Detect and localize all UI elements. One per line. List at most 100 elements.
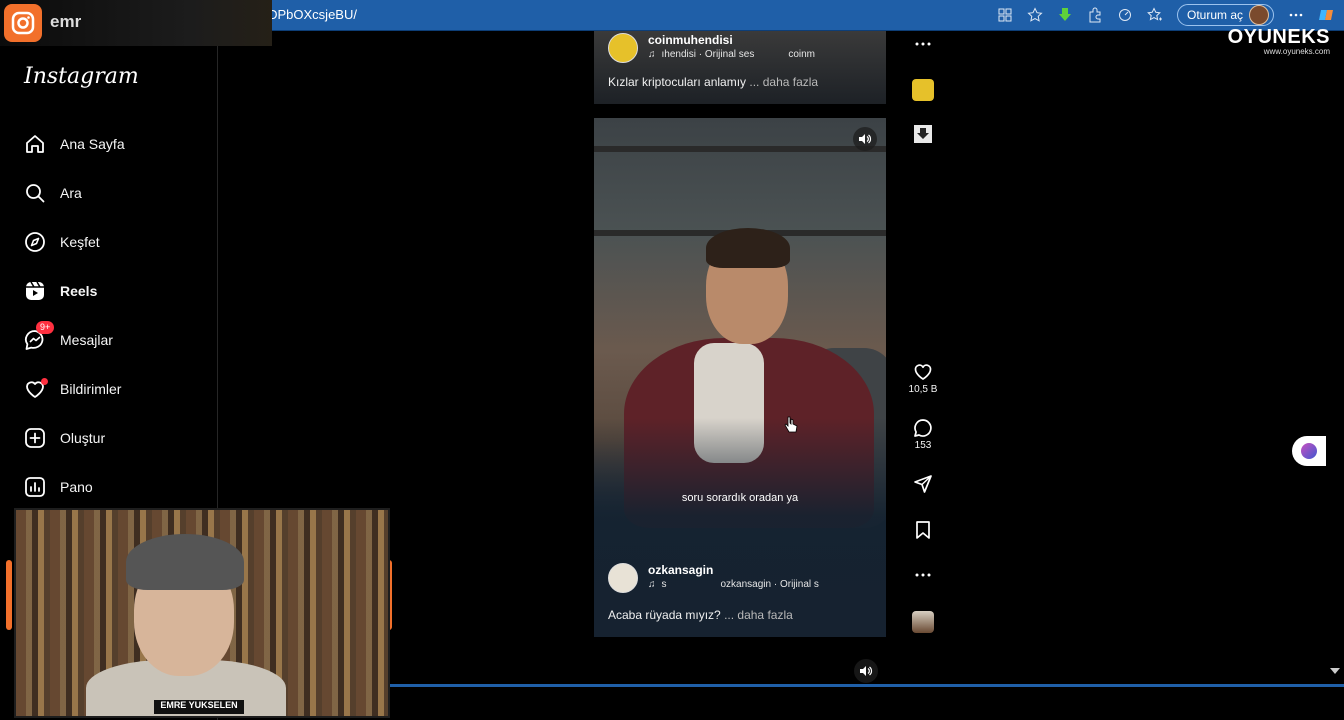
search-icon (26, 184, 45, 203)
sidebar-item-messages[interactable]: 9+ Mesajlar (24, 321, 113, 354)
audio-label: s (661, 579, 667, 590)
instagram-wordmark[interactable]: Instagram (24, 64, 139, 89)
sidebar-item-label: Ana Sayfa (60, 136, 125, 152)
author-avatar[interactable] (608, 563, 638, 593)
save-button[interactable] (904, 520, 942, 540)
author-avatar[interactable] (608, 33, 638, 63)
heart-icon (914, 364, 932, 380)
browser-toolbar-icons: Oturum aç (997, 4, 1334, 26)
webcam-accent-left (6, 560, 12, 630)
volume-icon (860, 666, 873, 676)
address-bar[interactable]: s/DPbOXcsjeBU/ (258, 6, 357, 24)
signin-button[interactable]: Oturum aç (1176, 4, 1274, 26)
reel-caption[interactable]: Kızlar kriptocuları anlamıy ... daha faz… (608, 75, 818, 89)
audio-label-secondary: ozkansagin · Orijinal s (720, 579, 819, 590)
like-count: 10,5 B (908, 384, 938, 395)
more-options-icon[interactable] (1288, 7, 1304, 23)
copilot-sidebar-button[interactable] (1292, 436, 1326, 466)
more-horizontal-icon (915, 573, 931, 577)
more-options-button[interactable] (904, 565, 942, 585)
sidebar-item-dashboard[interactable]: Pano (24, 473, 93, 501)
reel-author: ozkansagin ♫ s ozkansagin · Orijinal s (608, 563, 819, 593)
video-frame-fog (594, 418, 886, 637)
sidebar-item-search[interactable]: Ara (24, 179, 82, 207)
comment-icon (914, 419, 932, 437)
scroll-down-arrow-icon[interactable] (1330, 668, 1340, 674)
sidebar-item-create[interactable]: Oluştur (24, 424, 105, 452)
copilot-icon (1301, 443, 1317, 459)
watermark-brand: OYUNEKS (1227, 26, 1330, 48)
video-frame-hair (706, 228, 790, 268)
audio-thumbnail[interactable] (912, 79, 934, 101)
sidebar-item-label: Mesajlar (60, 332, 113, 348)
overlay-bottom-bar (386, 684, 1344, 687)
author-username[interactable]: ozkansagin (648, 563, 819, 577)
notification-dot (41, 378, 48, 385)
author-username[interactable]: coinmuhendisi (648, 33, 815, 47)
volume-icon (859, 134, 872, 144)
watermark: OYUNEKS www.oyuneks.com (1228, 26, 1330, 56)
sidebar-item-explore[interactable]: Keşfet (24, 228, 100, 256)
music-note-icon: ♫ (648, 579, 656, 590)
sidebar-item-label: Reels (60, 283, 98, 299)
dashboard-icon (25, 477, 45, 497)
explore-icon (25, 232, 45, 252)
more-horizontal-icon (915, 42, 931, 46)
audio-label-secondary: coinm (788, 49, 815, 60)
plus-square-icon (25, 428, 45, 448)
video-subtitle: soru sorardık oradan ya (681, 492, 799, 504)
next-reel-mute-button[interactable] (854, 659, 878, 683)
download-button[interactable] (904, 124, 942, 144)
extensions-icon[interactable] (1087, 7, 1103, 23)
performance-icon[interactable] (1117, 7, 1133, 23)
profile-avatar (1249, 5, 1269, 25)
video-frame-shelf (594, 146, 886, 152)
copilot-icon[interactable] (1318, 7, 1334, 23)
home-icon (26, 135, 44, 153)
sidebar-item-label: Bildirimler (60, 381, 122, 397)
sidebar-item-label: Pano (60, 479, 93, 495)
unread-badge: 9+ (36, 321, 55, 334)
audio-thumbnail[interactable] (912, 611, 934, 633)
stream-channel-tag: emr (0, 0, 272, 46)
more-options-button[interactable] (904, 34, 942, 54)
instagram-logo-icon (4, 4, 42, 42)
mute-toggle-button[interactable] (853, 127, 877, 151)
sidebar-item-reels[interactable]: Reels (24, 277, 97, 305)
caption-text: Acaba rüyada mıyız? (608, 608, 721, 622)
send-icon (914, 475, 932, 493)
sidebar-item-home[interactable]: Ana Sayfa (24, 130, 125, 158)
caption-more-link[interactable]: ... daha fazla (749, 75, 818, 89)
sidebar-item-label: Ara (60, 185, 82, 201)
caption-text: Kızlar kriptocuları anlamıy (608, 75, 747, 89)
star-icon[interactable] (1027, 7, 1043, 23)
webcam-overlay: EMRE YUKSELEN (14, 508, 390, 718)
bookmark-icon (916, 521, 930, 539)
signin-label: Oturum aç (1186, 8, 1243, 22)
reel-audio[interactable]: ♫ s ozkansagin · Orijinal s (648, 579, 819, 590)
webcam-person-cap (126, 534, 244, 590)
hand-cursor-icon (784, 416, 798, 433)
comment-button[interactable]: 153 (904, 418, 942, 451)
app-grid-icon[interactable] (997, 7, 1013, 23)
reel-audio[interactable]: ♫ ıhendisi · Orijinal ses coinm (648, 49, 815, 60)
webcam-name-label: EMRE YUKSELEN (154, 700, 244, 714)
caption-more-link[interactable]: ... daha fazla (724, 608, 793, 622)
download-icon[interactable] (1057, 7, 1073, 23)
comment-count: 153 (914, 440, 932, 451)
like-button[interactable]: 10,5 B (904, 362, 942, 395)
reel-caption[interactable]: Acaba rüyada mıyız? ... daha fazla (608, 608, 793, 622)
share-button[interactable] (904, 474, 942, 494)
reel-previous[interactable]: coinmuhendisi ♫ ıhendisi · Orijinal ses … (594, 31, 886, 104)
reels-icon (26, 281, 44, 300)
music-note-icon: ♫ (648, 49, 656, 60)
channel-name: emr (50, 12, 82, 31)
audio-label: ıhendisi · Orijinal ses (661, 49, 755, 60)
download-arrow-icon (914, 125, 932, 143)
reel-current[interactable]: soru sorardık oradan ya ozkansagin ♫ s o… (594, 118, 886, 637)
sidebar-item-label: Oluştur (60, 430, 106, 446)
sidebar-item-label: Keşfet (60, 234, 100, 250)
favorites-icon[interactable] (1147, 7, 1163, 23)
sidebar-item-notifications[interactable]: Bildirimler (24, 375, 121, 403)
reel-author: coinmuhendisi ♫ ıhendisi · Orijinal ses … (608, 33, 815, 63)
